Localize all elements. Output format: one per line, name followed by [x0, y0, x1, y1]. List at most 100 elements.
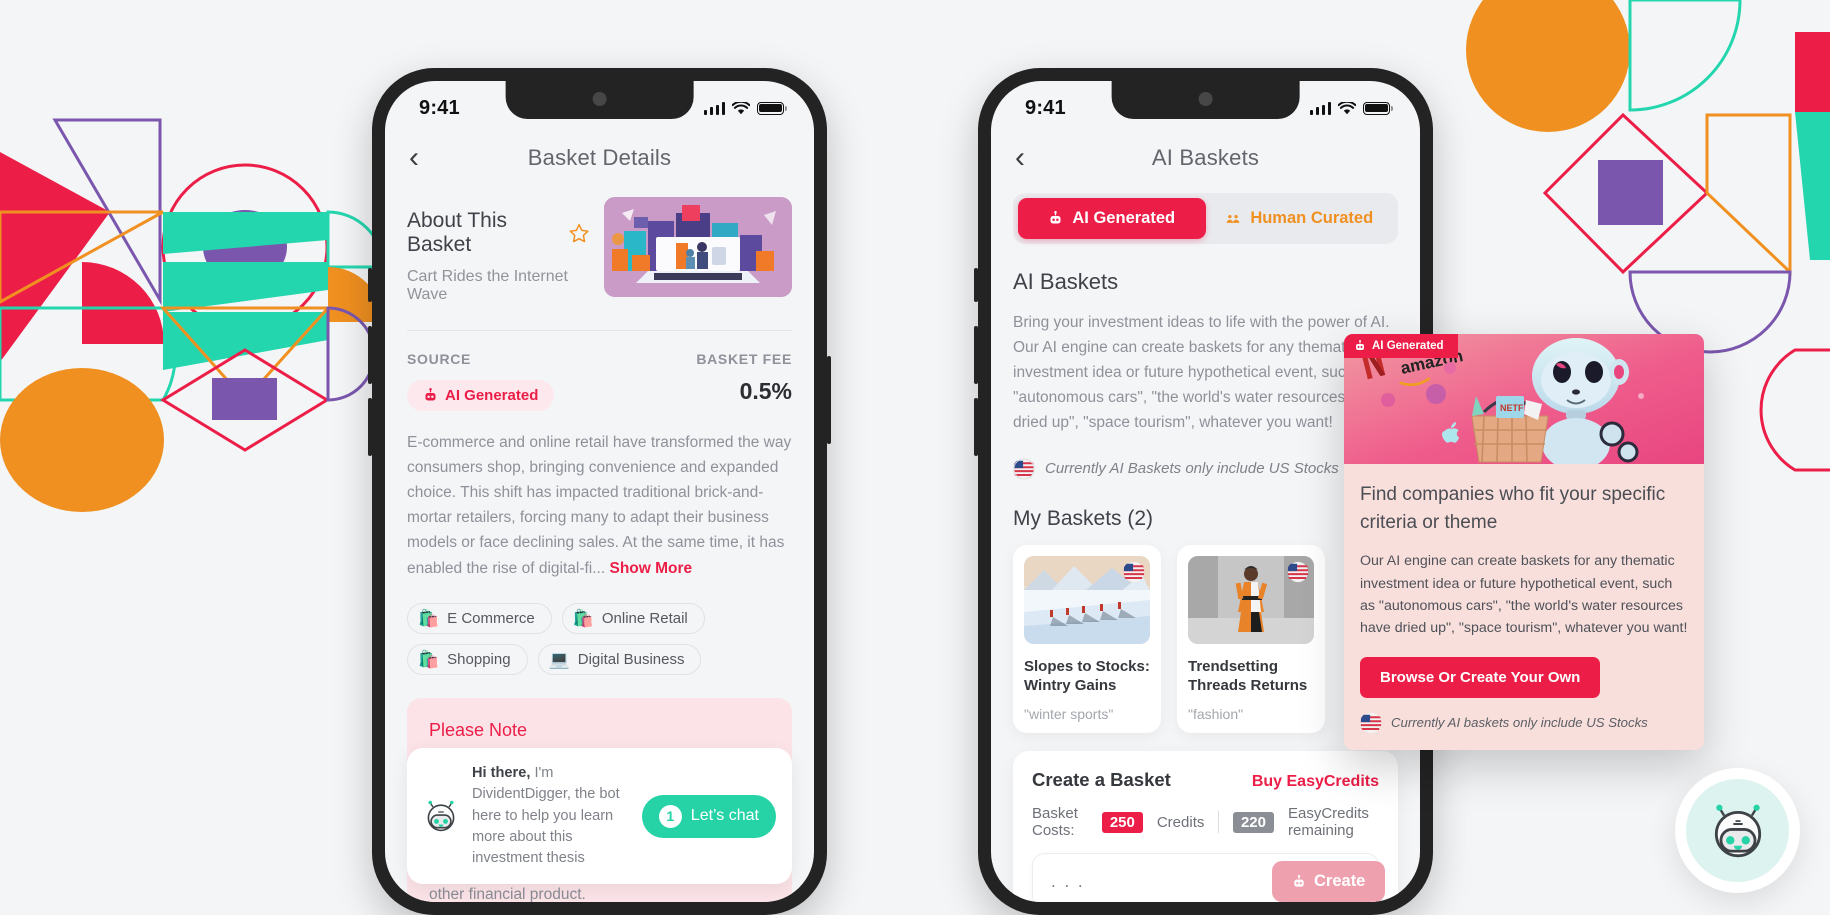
about-heading: About This Basket	[407, 209, 508, 256]
us-stocks-note: Currently AI Baskets only include US Sto…	[1013, 458, 1398, 480]
ai-baskets-popup: AI Generated amazon NETF Find companies …	[1344, 334, 1704, 750]
popup-us-note-label: Currently AI baskets only include US Sto…	[1391, 715, 1648, 731]
divider	[1218, 811, 1219, 834]
robot-assistant-icon	[1714, 804, 1761, 857]
section-title: AI Baskets	[1013, 269, 1119, 294]
basket-cost-prefix: Basket Costs:	[1032, 805, 1078, 840]
orange-ellipse	[0, 368, 164, 512]
chat-prompt-card: Hi there, I'm DividentDigger, the bot he…	[407, 748, 792, 884]
orange-circle-right	[1466, 0, 1630, 132]
chat-assistant-fab[interactable]	[1675, 768, 1800, 893]
basket-thumbnail	[604, 197, 792, 297]
credits-remaining-value: 220	[1232, 811, 1274, 833]
back-button[interactable]: ‹	[409, 143, 419, 173]
description-text: E-commerce and online retail have transf…	[407, 434, 792, 577]
show-more-link[interactable]: Show More	[609, 560, 692, 577]
wifi-icon	[732, 101, 750, 114]
phone1-navbar: ‹ Basket Details	[385, 129, 814, 187]
cellular-signal-icon	[1309, 101, 1331, 115]
purple-square-right	[1598, 160, 1663, 225]
tag-item[interactable]: 🛍️ Online Retail	[561, 602, 705, 634]
browse-or-create-button[interactable]: Browse Or Create Your Own	[1360, 656, 1601, 698]
status-time: 9:41	[419, 96, 460, 119]
status-time: 9:41	[1025, 96, 1066, 119]
my-baskets-title: My Baskets (2)	[1013, 506, 1154, 530]
status-icons	[1309, 101, 1394, 115]
about-section: About This Basket Cart Rides the Interne…	[407, 187, 792, 304]
phone1-volume-down-button[interactable]	[368, 398, 372, 456]
tag-label: Digital Business	[577, 650, 685, 668]
us-flag-icon	[1360, 712, 1382, 733]
basket-cost-value: 250	[1101, 811, 1143, 833]
create-basket-button[interactable]: Create	[1272, 861, 1386, 902]
phone2-volume-up-button[interactable]	[974, 326, 978, 384]
tag-label: Online Retail	[601, 609, 688, 627]
about-heading-row: About This Basket	[407, 209, 590, 257]
credits-row: Basket Costs: 250 Credits 220 EasyCredit…	[1032, 805, 1379, 839]
us-flag-icon	[1287, 561, 1309, 582]
phone1-power-button[interactable]	[827, 356, 831, 444]
robot-icon	[425, 388, 436, 401]
ai-generated-label: AI Generated	[445, 387, 539, 404]
tag-item[interactable]: 🛍️ Shopping	[407, 643, 528, 675]
ecommerce-illustration	[604, 197, 792, 297]
tab-human-curated[interactable]: Human Curated	[1206, 198, 1394, 239]
section-description: Bring your investment ideas to life with…	[1013, 314, 1390, 432]
basket-card-name: Trendsetting Threads Returns	[1188, 657, 1308, 695]
teal-shape-right	[1795, 112, 1830, 260]
lets-chat-label: Let’s chat	[690, 807, 759, 825]
basket-card-slopes[interactable]: Slopes to Stocks: Wintry Gains "winter s…	[1013, 544, 1161, 734]
svg-text:NETF: NETF	[1500, 403, 1524, 413]
shopping-bags-icon: 🛍️	[418, 608, 440, 628]
tag-list: 🛍️ E Commerce 🛍️ Online Retail 🛍️ Shoppi…	[407, 602, 792, 675]
tab-human-curated-label: Human Curated	[1250, 209, 1374, 227]
cellular-signal-icon	[703, 101, 725, 115]
red-square-right	[1795, 32, 1830, 112]
tag-item[interactable]: 🛍️ E Commerce	[407, 602, 552, 634]
back-button[interactable]: ‹	[1015, 143, 1025, 173]
red-quarter-circle	[82, 262, 164, 344]
popup-badge-label: AI Generated	[1372, 340, 1444, 352]
tag-item[interactable]: 💻 Digital Business	[537, 643, 702, 675]
popup-hero: AI Generated amazon NETF	[1344, 334, 1704, 464]
tab-ai-generated[interactable]: AI Generated	[1018, 198, 1206, 239]
star-icon[interactable]	[568, 221, 590, 246]
fee-label: BASKET FEE	[696, 351, 792, 367]
create-basket-card: Create a Basket Buy EasyCredits Basket C…	[1013, 751, 1398, 902]
robot-icon	[1050, 211, 1061, 224]
page-title: Basket Details	[527, 145, 672, 170]
lets-chat-button[interactable]: 1 Let’s chat	[641, 794, 776, 838]
create-button-label: Create	[1314, 872, 1366, 891]
people-icon	[1227, 215, 1240, 223]
tag-label: E Commerce	[447, 609, 535, 627]
phone2-notch	[1111, 81, 1300, 119]
fee-block: BASKET FEE 0.5%	[696, 351, 792, 405]
phone2-volume-down-button[interactable]	[974, 398, 978, 456]
us-stocks-note-label: Currently AI Baskets only include US Sto…	[1045, 460, 1339, 478]
popup-title: Find companies who fit your specific cri…	[1360, 484, 1666, 533]
basket-card-trendsetting[interactable]: Trendsetting Threads Returns "fashion"	[1177, 544, 1325, 734]
basket-idea-input[interactable]	[1051, 871, 1272, 892]
tag-label: Shopping	[447, 650, 511, 668]
my-baskets-list: Slopes to Stocks: Wintry Gains "winter s…	[1013, 544, 1398, 734]
chat-greeting: Hi there,	[472, 765, 531, 782]
teal-half-circle-right	[1628, 0, 1742, 112]
phone1-mute-button[interactable]	[368, 268, 372, 302]
basket-card-theme: "fashion"	[1188, 706, 1244, 723]
phone-basket-details: 9:41 ‹ Basket Details About This Basket	[368, 68, 831, 915]
popup-description: Our AI engine can create baskets for any…	[1360, 553, 1688, 637]
us-flag-icon	[1013, 458, 1035, 480]
popup-body: Find companies who fit your specific cri…	[1344, 464, 1704, 750]
create-basket-title: Create a Basket	[1032, 769, 1171, 791]
basket-thumb-ski	[1024, 555, 1150, 644]
about-subtitle: Cart Rides the Internet Wave	[407, 268, 568, 303]
robot-avatar-icon	[427, 800, 455, 832]
phone2-mute-button[interactable]	[974, 268, 978, 302]
phone1-volume-up-button[interactable]	[368, 326, 372, 384]
credits-remaining-suffix: EasyCredits remaining	[1288, 805, 1369, 840]
popup-us-note: Currently AI baskets only include US Sto…	[1360, 712, 1688, 734]
tab-bar: AI Generated Human Curated	[1013, 193, 1398, 244]
purple-square-left	[212, 378, 277, 420]
phone2-navbar: ‹ AI Baskets	[991, 129, 1420, 187]
buy-easycredits-link[interactable]: Buy EasyCredits	[1252, 773, 1379, 791]
